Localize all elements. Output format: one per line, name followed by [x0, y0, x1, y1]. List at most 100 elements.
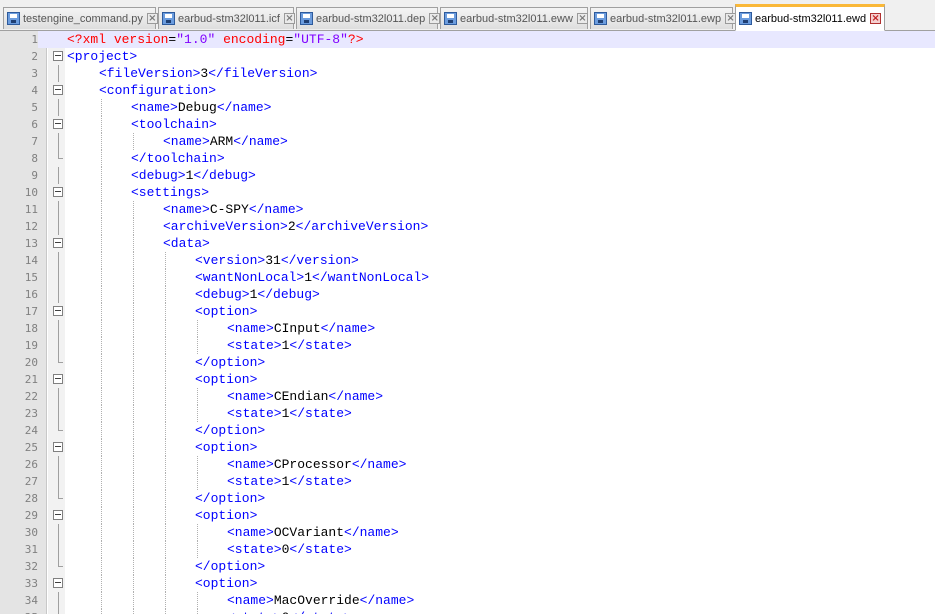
indent-guide	[133, 320, 134, 337]
code-line[interactable]: 19 <state>1</state>	[0, 337, 935, 354]
indent-guide	[165, 388, 166, 405]
code-line[interactable]: 6 <toolchain>	[0, 116, 935, 133]
code-line[interactable]: 22 <name>CEndian</name>	[0, 388, 935, 405]
tab-file-3[interactable]: earbud-stm32l011.dep ×	[296, 7, 441, 29]
close-tab-icon[interactable]: ×	[576, 13, 588, 24]
indent-guide	[101, 609, 102, 614]
code-line[interactable]: 27 <state>1</state>	[0, 473, 935, 490]
line-number: 25	[24, 441, 38, 454]
token-tag: <archiveVersion>	[163, 219, 288, 234]
code-line[interactable]: 30 <name>OCVariant</name>	[0, 524, 935, 541]
indent-guide	[101, 524, 102, 541]
token-tag: <debug>	[131, 168, 186, 183]
indent-guide	[197, 609, 198, 614]
indent-guide	[101, 167, 102, 184]
code-line[interactable]: 28 </option>	[0, 490, 935, 507]
code-text: <configuration>	[99, 82, 216, 99]
line-number: 28	[24, 492, 38, 505]
tab-file-1[interactable]: testengine_command.py ×	[3, 7, 158, 29]
tab-label: earbud-stm32l011.ewd	[755, 12, 867, 25]
indent-guide	[101, 490, 102, 507]
fold-collapse-icon[interactable]	[53, 51, 63, 61]
indent-guide	[197, 473, 198, 490]
fold-collapse-icon[interactable]	[53, 238, 63, 248]
tab-file-5[interactable]: earbud-stm32l011.ewp ×	[590, 7, 737, 29]
code-line[interactable]: 13 <data>	[0, 235, 935, 252]
fold-collapse-icon[interactable]	[53, 85, 63, 95]
fold-guide-line	[58, 337, 59, 354]
indent-guide	[101, 150, 102, 167]
fold-collapse-icon[interactable]	[53, 510, 63, 520]
line-number: 17	[24, 305, 38, 318]
code-line[interactable]: 29 <option>	[0, 507, 935, 524]
fold-end-mark	[58, 354, 63, 363]
code-line[interactable]: 32 </option>	[0, 558, 935, 575]
code-line[interactable]: 18 <name>CInput</name>	[0, 320, 935, 337]
close-tab-icon[interactable]: ×	[870, 13, 882, 24]
token-pi: ?>	[347, 32, 364, 47]
code-line[interactable]: 16 <debug>1</debug>	[0, 286, 935, 303]
indent-guide	[101, 575, 102, 592]
code-line[interactable]: 15 <wantNonLocal>1</wantNonLocal>	[0, 269, 935, 286]
code-line[interactable]: 2 <project>	[0, 48, 935, 65]
indent-guide	[133, 354, 134, 371]
code-text: <state>1</state>	[227, 473, 352, 490]
tab-file-2[interactable]: earbud-stm32l011.icf ×	[158, 7, 295, 29]
code-line[interactable]: 11 <name>C-SPY</name>	[0, 201, 935, 218]
code-line[interactable]: 12 <archiveVersion>2</archiveVersion>	[0, 218, 935, 235]
code-text: <name>OCVariant</name>	[227, 524, 399, 541]
code-line[interactable]: 34 <name>MacOverride</name>	[0, 592, 935, 609]
fold-guide-line	[58, 456, 59, 473]
fold-guide-line	[58, 269, 59, 286]
code-line[interactable]: 7 <name>ARM</name>	[0, 133, 935, 150]
fold-collapse-icon[interactable]	[53, 374, 63, 384]
indent-guide	[133, 473, 134, 490]
tab-file-6[interactable]: earbud-stm32l011.ewd ×	[735, 4, 885, 31]
indent-guide	[165, 320, 166, 337]
indent-guide	[133, 371, 134, 388]
code-line[interactable]: 21 <option>	[0, 371, 935, 388]
code-line[interactable]: 17 <option>	[0, 303, 935, 320]
token-tag: </state>	[289, 406, 352, 421]
token-tag: <state>	[227, 474, 282, 489]
code-line[interactable]: 5 <name>Debug</name>	[0, 99, 935, 116]
code-text: <name>ARM</name>	[163, 133, 288, 150]
indent-guide	[133, 422, 134, 439]
indent-guide	[165, 439, 166, 456]
code-line[interactable]: 10 <settings>	[0, 184, 935, 201]
code-editor[interactable]: 1 <?xml version="1.0" encoding="UTF-8"?> 2…	[0, 31, 935, 614]
close-tab-icon[interactable]: ×	[429, 13, 441, 24]
fold-guide-line	[58, 592, 59, 609]
code-line[interactable]: 23 <state>1</state>	[0, 405, 935, 422]
line-number: 23	[24, 407, 38, 420]
line-number: 20	[24, 356, 38, 369]
fold-guide-line	[58, 218, 59, 235]
tab-file-4[interactable]: earbud-stm32l011.eww ×	[440, 7, 588, 29]
token-tag: <option>	[195, 508, 258, 523]
fold-collapse-icon[interactable]	[53, 578, 63, 588]
code-line[interactable]: 9 <debug>1</debug>	[0, 167, 935, 184]
code-line[interactable]: 8 </toolchain>	[0, 150, 935, 167]
fold-collapse-icon[interactable]	[53, 306, 63, 316]
code-text: <state>0</state>	[227, 609, 352, 614]
code-line[interactable]: 25 <option>	[0, 439, 935, 456]
fold-collapse-icon[interactable]	[53, 442, 63, 452]
code-line[interactable]: 1 <?xml version="1.0" encoding="UTF-8"?>	[0, 31, 935, 48]
fold-collapse-icon[interactable]	[53, 187, 63, 197]
indent-guide	[101, 405, 102, 422]
code-line[interactable]: 4 <configuration>	[0, 82, 935, 99]
close-tab-icon[interactable]: ×	[146, 13, 158, 24]
fold-collapse-icon[interactable]	[53, 119, 63, 129]
code-line[interactable]: 33 <option>	[0, 575, 935, 592]
close-tab-icon[interactable]: ×	[283, 13, 295, 24]
token-tag: <name>	[227, 389, 274, 404]
code-line[interactable]: 35 <state>0</state>	[0, 609, 935, 614]
code-text: <archiveVersion>2</archiveVersion>	[163, 218, 428, 235]
code-line[interactable]: 24 </option>	[0, 422, 935, 439]
code-line[interactable]: 26 <name>CProcessor</name>	[0, 456, 935, 473]
line-number: 22	[24, 390, 38, 403]
code-line[interactable]: 20 </option>	[0, 354, 935, 371]
code-line[interactable]: 31 <state>0</state>	[0, 541, 935, 558]
code-line[interactable]: 14 <version>31</version>	[0, 252, 935, 269]
code-line[interactable]: 3 <fileVersion>3</fileVersion>	[0, 65, 935, 82]
